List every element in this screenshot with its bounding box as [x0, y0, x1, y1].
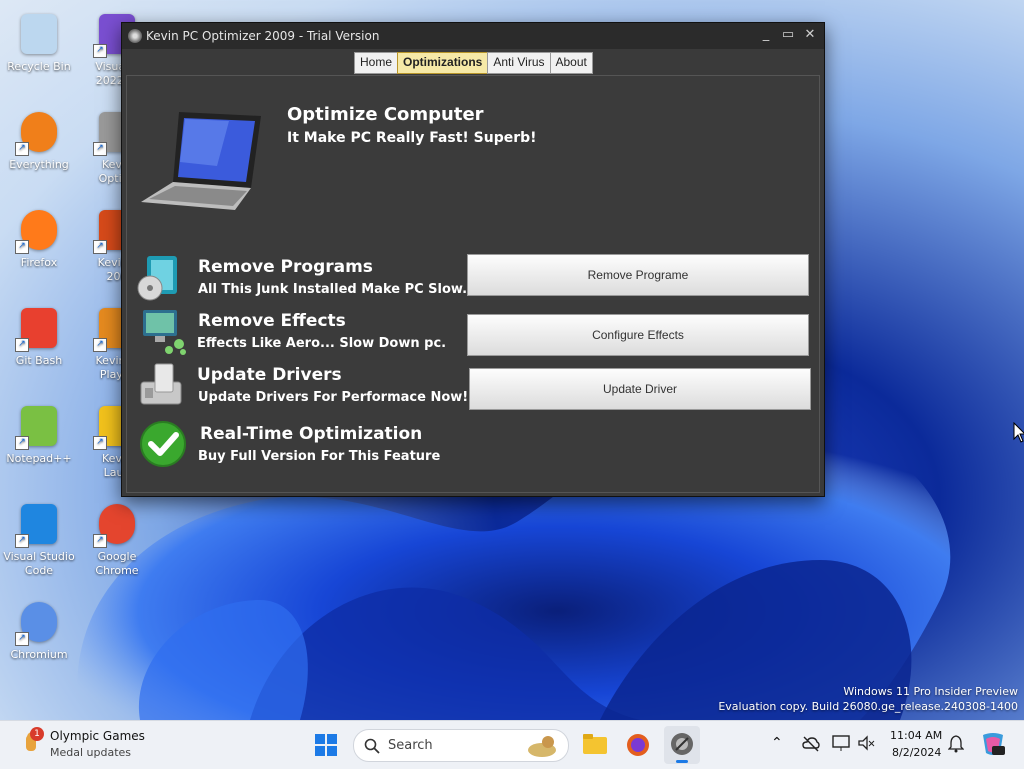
desktop-icon-label: Notepad++	[6, 452, 72, 465]
start-button[interactable]	[314, 733, 338, 757]
row-realtime-title: Real-Time Optimization	[200, 424, 423, 444]
search-icon	[364, 738, 380, 754]
checkmark-icon	[140, 421, 186, 467]
window-title: Kevin PC Optimizer 2009 - Trial Version	[146, 29, 380, 43]
clock-date[interactable]: 8/2/2024	[892, 746, 941, 759]
laptop-icon	[141, 112, 261, 210]
desktop-icon[interactable]: ↗ Git Bash	[2, 304, 76, 368]
desktop-icon[interactable]: Recycle Bin	[2, 10, 76, 74]
kevin-optimizer-taskbar-icon	[671, 733, 693, 755]
close-button[interactable]: ✕	[799, 25, 821, 45]
search-highlight-image	[528, 736, 556, 757]
kevin-optimizer-taskbar-button[interactable]	[664, 726, 700, 764]
header-title: Optimize Computer	[287, 104, 484, 125]
update-driver-button[interactable]: Update Driver	[469, 368, 811, 410]
taskbar: 1 Olympic Games Medal updates Search ⌃ 1…	[0, 720, 1024, 769]
copilot-icon[interactable]	[980, 731, 1006, 757]
desktop-icon[interactable]: ↗ Chromium	[2, 598, 76, 662]
row-realtime-subtitle: Buy Full Version For This Feature	[198, 449, 441, 464]
row-remove-effects-title: Remove Effects	[198, 311, 346, 331]
desktop-icon-label: Google Chrome	[95, 550, 139, 577]
display-effects-icon	[143, 310, 186, 355]
firefox-icon: ↗	[15, 206, 63, 254]
minimize-button[interactable]: _	[755, 25, 777, 45]
desktop-icon[interactable]: ↗ Firefox	[2, 206, 76, 270]
taskbar-search[interactable]: Search	[353, 729, 569, 762]
maximize-button[interactable]: ▭	[777, 25, 799, 45]
tab-home[interactable]: Home	[354, 52, 399, 74]
desktop-icon-label: Recycle Bin	[7, 60, 71, 73]
row-remove-programs-title: Remove Programs	[198, 257, 373, 277]
desktop-icon[interactable]: ↗ Notepad++	[2, 402, 76, 466]
display-icon[interactable]	[832, 734, 850, 752]
notification-bell-icon[interactable]	[948, 735, 964, 753]
cloud-icon[interactable]	[802, 735, 820, 753]
tab-optimizations[interactable]: Optimizations	[397, 52, 489, 74]
desktop-icon-label: Git Bash	[15, 354, 63, 367]
row-remove-programs-subtitle: All This Junk Installed Make PC Slow.	[198, 282, 468, 297]
watermark-edition: Windows 11 Pro Insider Preview	[843, 685, 1018, 698]
active-indicator	[676, 760, 688, 763]
clock-time[interactable]: 11:04 AM	[890, 729, 942, 742]
vscode-icon: ↗	[15, 500, 63, 548]
desktop-icon-label: Chromium	[10, 648, 68, 661]
app-icon	[128, 29, 142, 43]
speaker-muted-icon[interactable]	[857, 734, 875, 752]
git-bash-icon: ↗	[15, 304, 63, 352]
configure-effects-button[interactable]: Configure Effects	[467, 314, 809, 356]
row-update-drivers-subtitle: Update Drivers For Performace Now!	[198, 390, 469, 405]
widget-subtitle: Medal updates	[50, 746, 132, 759]
tab-anti-virus[interactable]: Anti Virus	[487, 52, 551, 74]
watermark-build: Evaluation copy. Build 26080.ge_release.…	[718, 700, 1018, 713]
recycle-bin-icon	[15, 10, 63, 58]
row-remove-effects-subtitle: Effects Like Aero... Slow Down pc.	[197, 336, 447, 351]
tab-strip: Home Optimizations Anti Virus About	[354, 52, 593, 74]
desktop-icon[interactable]: ↗ Everything	[2, 108, 76, 172]
header-subtitle: It Make PC Really Fast! Superb!	[287, 130, 537, 146]
chrome-icon: ↗	[93, 500, 141, 548]
remove-programs-icon	[137, 256, 177, 301]
optimizations-panel: Optimize Computer It Make PC Really Fast…	[126, 75, 820, 493]
desktop-icon-label: Firefox	[20, 256, 58, 269]
desktop-icon[interactable]: ↗ Google Chrome	[80, 500, 154, 578]
search-placeholder: Search	[388, 738, 433, 753]
app-window: Kevin PC Optimizer 2009 - Trial Version …	[121, 22, 825, 497]
drivers-icon	[140, 363, 182, 405]
desktop-icon-label: Visual Studio Code	[3, 550, 75, 577]
chevron-up-icon[interactable]: ⌃	[771, 735, 783, 751]
everything-search-icon: ↗	[15, 108, 63, 156]
firefox-taskbar-icon[interactable]	[625, 732, 651, 758]
remove-programe-button[interactable]: Remove Programe	[467, 254, 809, 296]
row-update-drivers-title: Update Drivers	[197, 365, 342, 385]
mouse-cursor-icon	[1013, 422, 1024, 443]
chromium-icon: ↗	[15, 598, 63, 646]
notepadpp-icon: ↗	[15, 402, 63, 450]
title-bar[interactable]: Kevin PC Optimizer 2009 - Trial Version …	[122, 23, 824, 49]
weather-widget-icon[interactable]: 1	[20, 727, 44, 755]
tab-about[interactable]: About	[549, 52, 593, 74]
widget-badge: 1	[30, 727, 44, 741]
widget-title[interactable]: Olympic Games	[50, 729, 145, 743]
file-explorer-icon[interactable]	[582, 732, 608, 756]
desktop-icon[interactable]: ↗ Visual Studio Code	[2, 500, 76, 578]
desktop-icon-label: Everything	[9, 158, 69, 171]
